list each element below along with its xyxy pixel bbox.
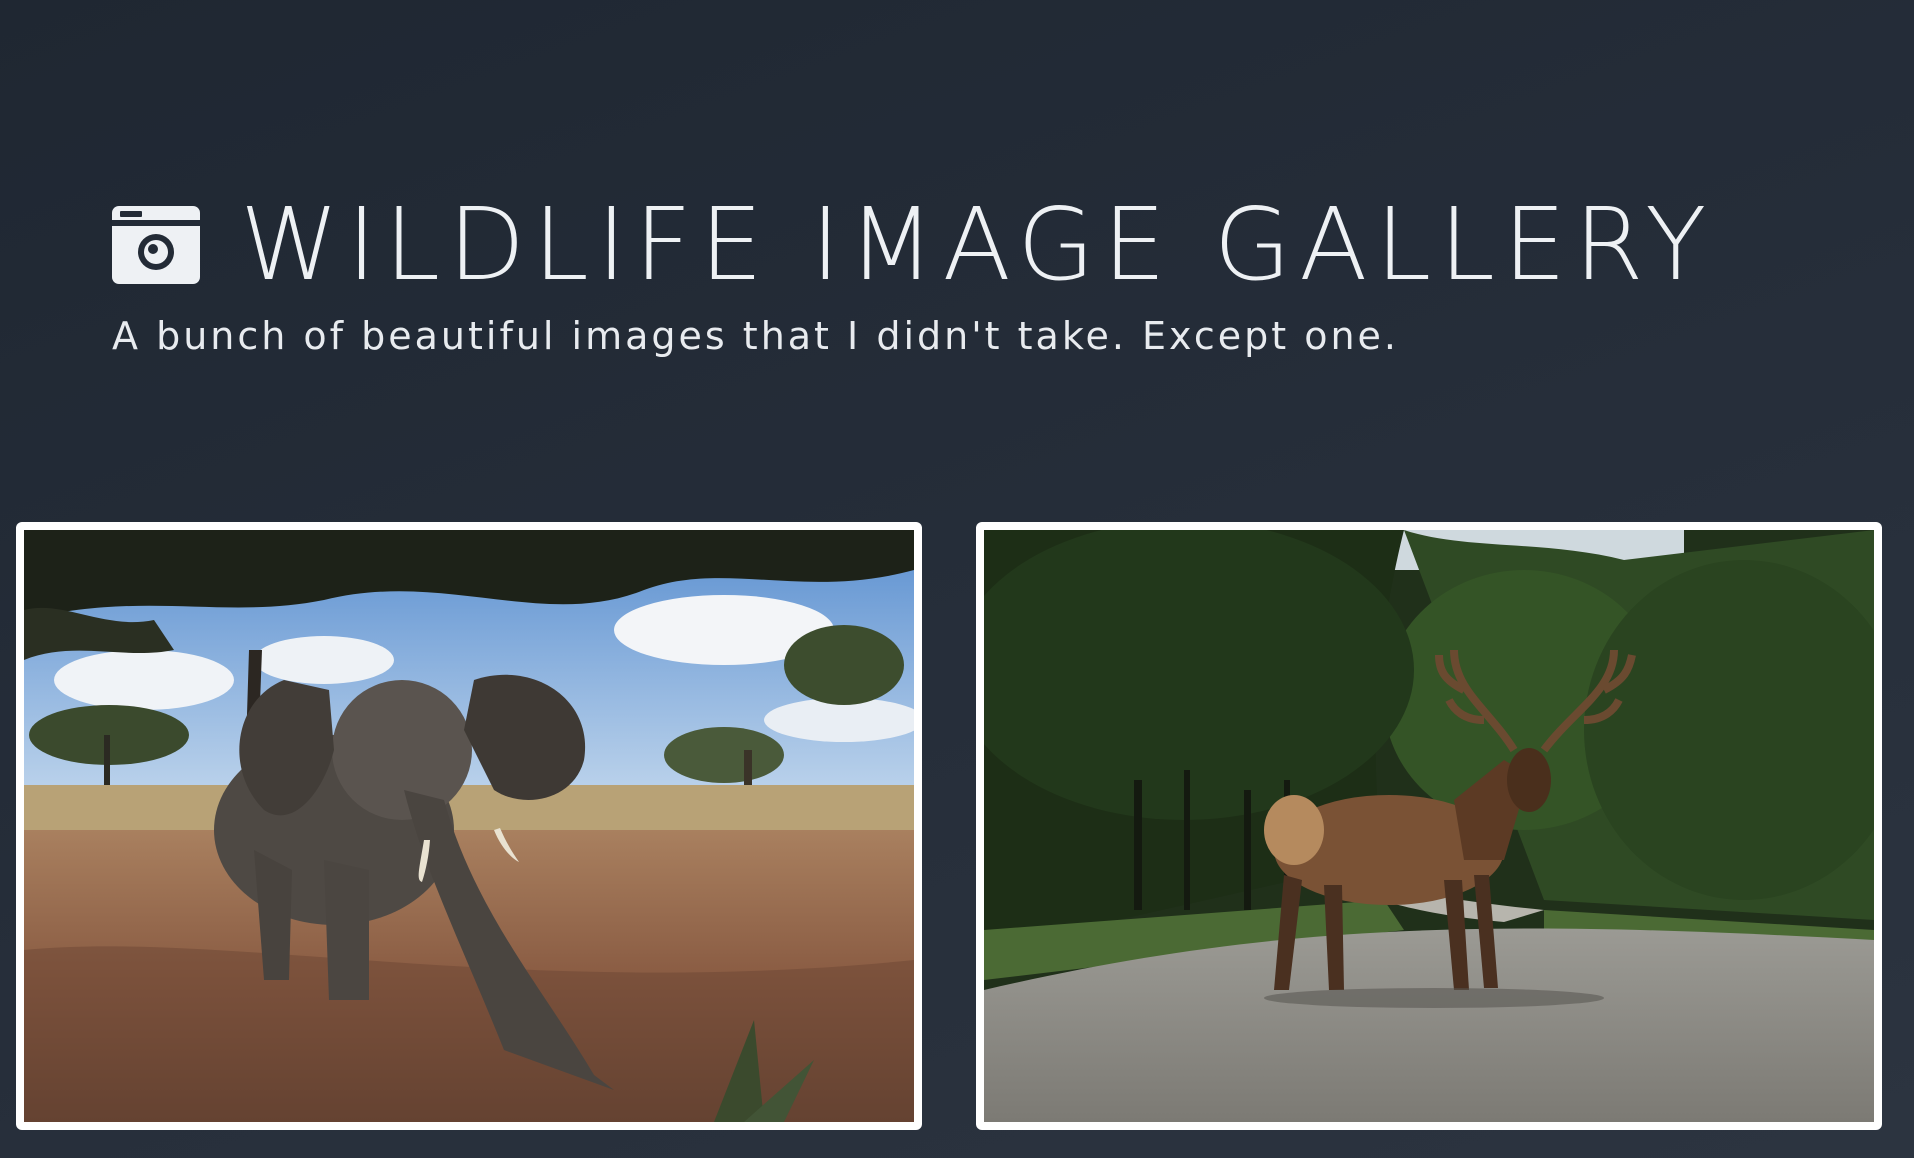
page-subtitle: A bunch of beautiful images that I didn'…: [112, 314, 1399, 358]
page-title: WILDLIFE IMAGE GALLERY: [240, 186, 1715, 303]
gallery-item-elk[interactable]: [976, 522, 1882, 1130]
camera-icon: [112, 206, 200, 284]
page-header: WILDLIFE IMAGE GALLERY A bunch of beauti…: [112, 190, 1812, 358]
elephant-image[interactable]: [24, 530, 914, 1122]
gallery-item-elephant[interactable]: [16, 522, 922, 1130]
title-row: WILDLIFE IMAGE GALLERY: [112, 190, 1812, 300]
elk-image[interactable]: [984, 530, 1874, 1122]
